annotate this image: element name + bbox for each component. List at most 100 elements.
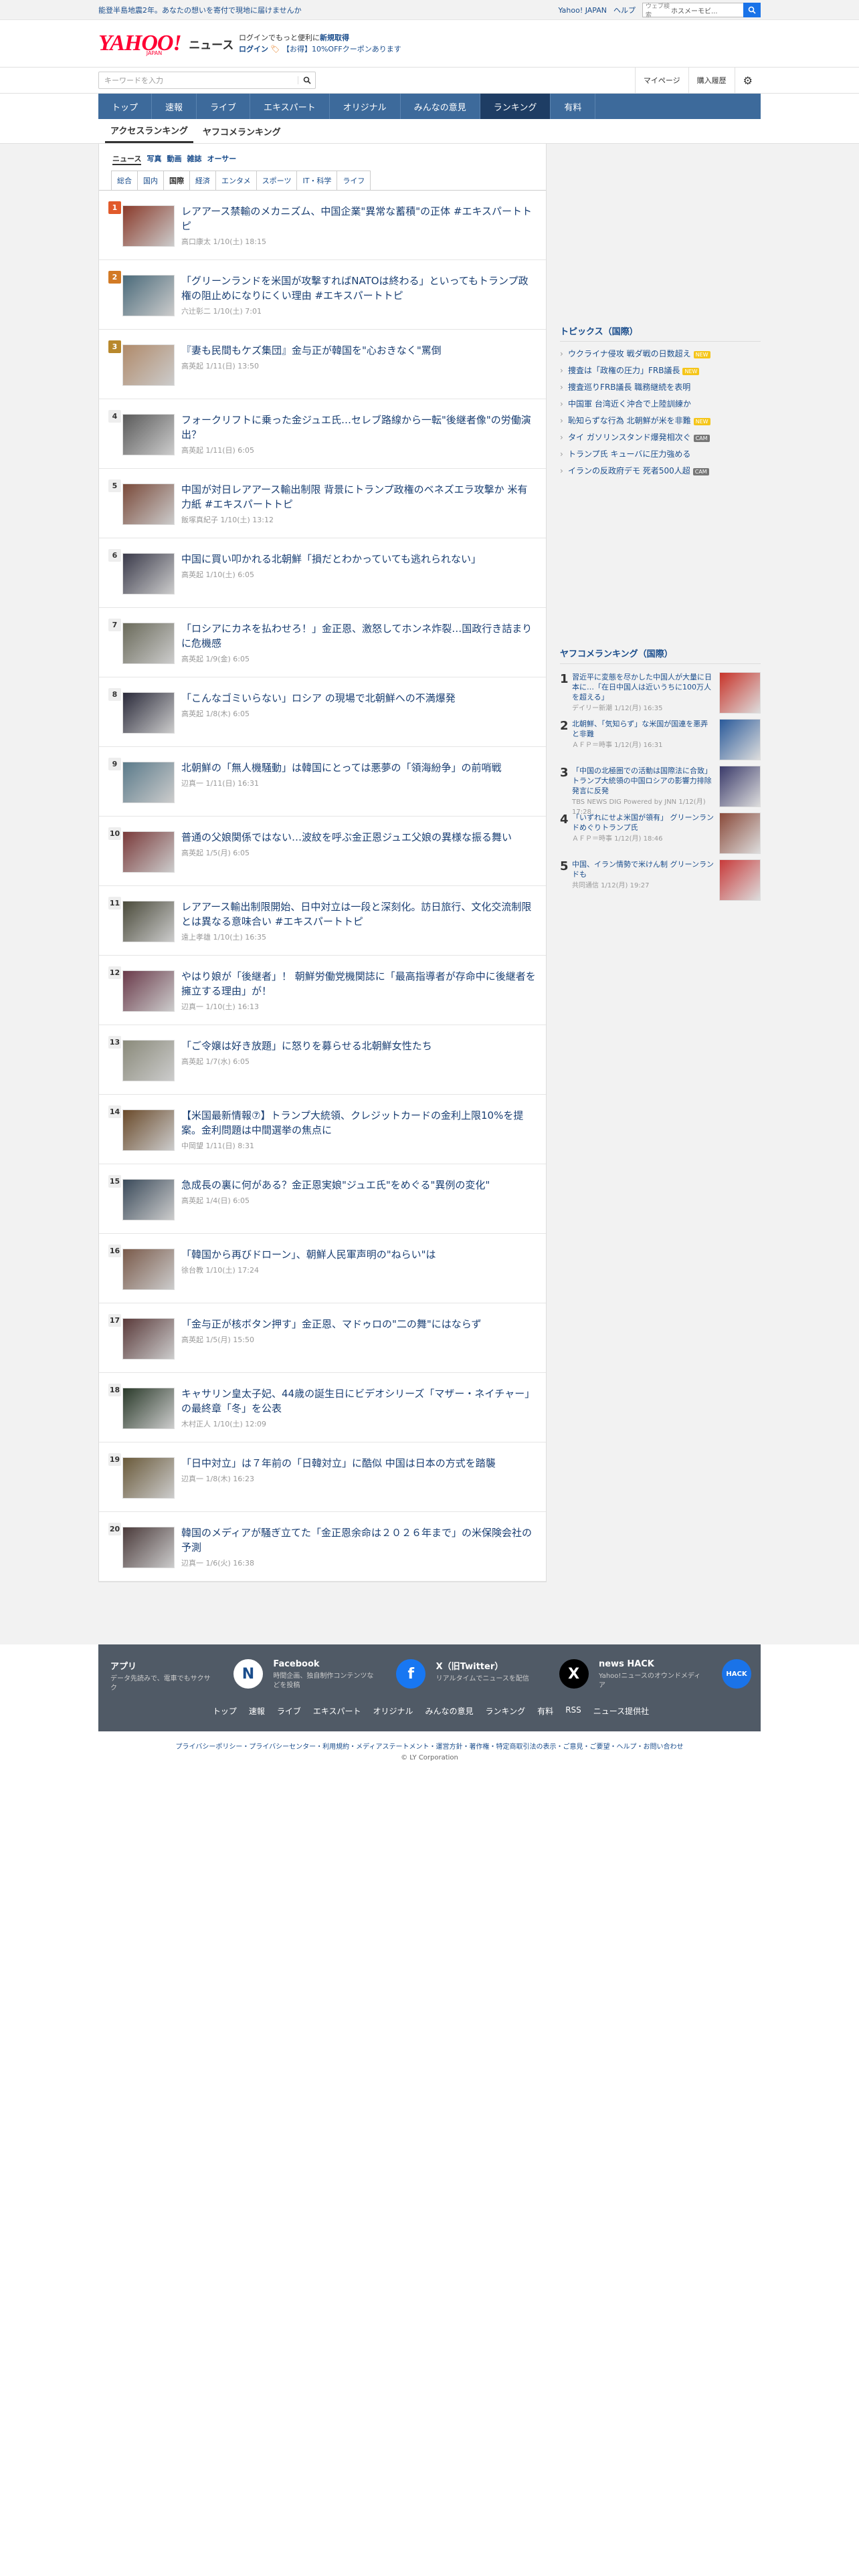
footer-card[interactable]: アプリ データ先読みで、電車でもサクサク N bbox=[110, 1659, 263, 1693]
footer-link[interactable]: 速報 bbox=[249, 1705, 265, 1717]
tab-all[interactable]: 総合 bbox=[111, 171, 138, 190]
list-item[interactable]: 16 「韓国から再びドローン」、朝鮮人民軍声明の"ねらい"は 徐台教 1/10(土)… bbox=[99, 1234, 546, 1303]
list-item[interactable]: 9 北朝鮮の「無人機騒動」は韓国にとっては悪夢の「領海紛争」の前哨戦 辺真一 1/1… bbox=[99, 747, 546, 817]
tab-life[interactable]: ライフ bbox=[337, 171, 371, 190]
list-item[interactable]: 20 韓国のメディアが騒ぎ立てた「金正恩余命は２０２６年まで」の米保険会社の予測辺… bbox=[99, 1512, 546, 1582]
yahcom-title[interactable]: 「いずれにせよ米国が領有」 グリーンランドめぐりトランプ氏 bbox=[572, 813, 715, 833]
yahcom-title[interactable]: 北朝鮮、「気知らず」な米国が国連を悪弄と非難 bbox=[572, 719, 715, 739]
tab-yahcom-ranking[interactable]: ヤフコメランキング bbox=[197, 119, 286, 143]
footer-link[interactable]: トップ bbox=[213, 1705, 237, 1717]
article-title[interactable]: 中国に買い叩かれる北朝鮮「損だとわかっていても逃れられない」 bbox=[181, 552, 537, 566]
yahcom-thumbnail[interactable] bbox=[719, 813, 761, 854]
list-item[interactable]: 8 「こんなゴミいらない」ロシア の現場で北朝鮮への不満爆発 高英起 1/8(木) … bbox=[99, 677, 546, 747]
article-title[interactable]: 「こんなゴミいらない」ロシア の現場で北朝鮮への不満爆発 bbox=[181, 691, 537, 706]
list-item[interactable]: 19 「日中対立」は７年前の「日韓対立」に酷似 中国は日本の方式を踏襲 辺真一 1/… bbox=[99, 1442, 546, 1512]
yahoo-news-logo[interactable]: YAHOO! JAPAN ニュース bbox=[98, 31, 239, 56]
coupon-link[interactable]: 【お得】10%OFFクーポンあります bbox=[282, 45, 401, 53]
footer-link[interactable]: RSS bbox=[565, 1705, 581, 1717]
topic-item[interactable]: 中国軍 台湾近く沖合で上陸訓練か bbox=[560, 396, 761, 413]
keyword-search-button[interactable] bbox=[298, 76, 315, 84]
article-title[interactable]: 急成長の裏に何がある？金正恩実娘"ジュエ氏"をめぐる"異例の変化" bbox=[181, 1178, 537, 1192]
footer-link[interactable]: ライブ bbox=[277, 1705, 301, 1717]
article-thumbnail[interactable] bbox=[122, 1040, 175, 1081]
article-title[interactable]: 韓国のメディアが騒ぎ立てた「金正恩余命は２０２６年まで」の米保険会社の予測 bbox=[181, 1525, 537, 1555]
tab-economy[interactable]: 経済 bbox=[189, 171, 216, 190]
filter-magazine[interactable]: 雑誌 bbox=[187, 153, 201, 165]
nav-expert[interactable]: エキスパート bbox=[250, 94, 330, 119]
filter-video[interactable]: 動画 bbox=[167, 153, 181, 165]
nav-top[interactable]: トップ bbox=[98, 94, 153, 119]
tab-domestic[interactable]: 国内 bbox=[137, 171, 164, 190]
yahcom-item[interactable]: 4 「いずれにせよ米国が領有」 グリーンランドめぐりトランプ氏 ＡＦＰ＝時事 1/1… bbox=[560, 809, 761, 855]
article-thumbnail[interactable] bbox=[122, 1318, 175, 1360]
footer-link[interactable]: 有料 bbox=[537, 1705, 553, 1717]
list-item[interactable]: 6 中国に買い叩かれる北朝鮮「損だとわかっていても逃れられない」 高英起 1/10(… bbox=[99, 538, 546, 608]
nav-ranking[interactable]: ランキング bbox=[480, 94, 551, 119]
article-title[interactable]: 「ご令嬢は好き放題」に怒りを募らせる北朝鮮女性たち bbox=[181, 1039, 537, 1053]
article-thumbnail[interactable] bbox=[122, 1388, 175, 1429]
yahcom-item[interactable]: 2 北朝鮮、「気知らず」な米国が国連を悪弄と非難 ＡＦＰ＝時事 1/12(月) 16… bbox=[560, 715, 761, 762]
article-thumbnail[interactable] bbox=[122, 692, 175, 734]
yahcom-title[interactable]: 中国、イラン情勢で米けん制 グリーンランドも bbox=[572, 859, 715, 879]
footer-link[interactable]: ランキング bbox=[486, 1705, 526, 1717]
list-item[interactable]: 5 中国が対日レアアース輸出制限 背景にトランプ政権のベネズエラ攻撃か 米有力紙 … bbox=[99, 469, 546, 538]
filter-author[interactable]: オーサー bbox=[207, 153, 236, 165]
article-title[interactable]: 「韓国から再びドローン」、朝鮮人民軍声明の"ねらい"は bbox=[181, 1247, 537, 1262]
list-item[interactable]: 12 やはり娘が「後継者」！ 朝鮮労働党機関誌に「最高指導者が存命中に後継者を擁立… bbox=[99, 956, 546, 1025]
signup-link[interactable]: 新規取得 bbox=[320, 33, 349, 42]
list-item[interactable]: 10 普通の父娘関係ではない…波紋を呼ぶ金正恩ジュエ父娘の異様な振る舞い 高英起 1… bbox=[99, 817, 546, 886]
web-search-button[interactable] bbox=[743, 3, 761, 17]
article-thumbnail[interactable] bbox=[122, 970, 175, 1012]
article-title[interactable]: 【米国最新情報⑦】トランプ大統領、クレジットカードの金利上限10%を提案。金利問… bbox=[181, 1108, 537, 1138]
article-thumbnail[interactable] bbox=[122, 762, 175, 803]
topic-item[interactable]: 恥知らずな行為 北朝鮮が米を非難NEW bbox=[560, 413, 761, 429]
list-item[interactable]: 13 「ご令嬢は好き放題」に怒りを募らせる北朝鮮女性たち 高英起 1/7(水) 6:… bbox=[99, 1025, 546, 1095]
help-link[interactable]: ヘルプ bbox=[613, 5, 636, 15]
yahcom-thumbnail[interactable] bbox=[719, 766, 761, 807]
yahcom-title[interactable]: 習近平に変態を尽かした中国人が大量に日本に…「在日中国人は近いうちに100万人を… bbox=[572, 672, 715, 702]
settings-button[interactable]: ⚙ bbox=[734, 68, 761, 93]
article-thumbnail[interactable] bbox=[122, 344, 175, 386]
list-item[interactable]: 14 【米国最新情報⑦】トランプ大統領、クレジットカードの金利上限10%を提案。金… bbox=[99, 1095, 546, 1164]
list-item[interactable]: 4 フォークリフトに乗った金ジュエ氏…セレブ路線から一転"後継者像"の労働演出？ 高… bbox=[99, 399, 546, 469]
yahcom-thumbnail[interactable] bbox=[719, 719, 761, 760]
footer-card[interactable]: Facebook 時間企画、独自制作コンテンツなどを投稿 f bbox=[273, 1659, 426, 1693]
article-title[interactable]: フォークリフトに乗った金ジュエ氏…セレブ路線から一転"後継者像"の労働演出？ bbox=[181, 413, 537, 442]
login-link[interactable]: ログイン bbox=[239, 45, 268, 53]
article-thumbnail[interactable] bbox=[122, 1249, 175, 1290]
list-item[interactable]: 17 「金与正が核ボタン押す」金正恩、マドゥロの"二の舞"にはならず 高英起 1/5… bbox=[99, 1303, 546, 1373]
article-title[interactable]: 「日中対立」は７年前の「日韓対立」に酷似 中国は日本の方式を踏襲 bbox=[181, 1456, 537, 1471]
article-title[interactable]: キャサリン皇太子妃、44歳の誕生日にビデオシリーズ「マザー・ネイチャー」の最終章… bbox=[181, 1386, 537, 1416]
list-item[interactable]: 7 「ロシアにカネを払わせろ！」金正恩、激怒してホンネ炸裂…国政行き詰まりに危機感… bbox=[99, 608, 546, 677]
list-item[interactable]: 3 『妻も民間もケズ集団』金与正が韓国を"心おきなく"罵倒 高英起 1/11(日) … bbox=[99, 330, 546, 399]
article-title[interactable]: 北朝鮮の「無人機騒動」は韓国にとっては悪夢の「領海紛争」の前哨戦 bbox=[181, 760, 537, 775]
yahcom-thumbnail[interactable] bbox=[719, 672, 761, 714]
topic-item[interactable]: トランプ氏 キューバに圧力強める bbox=[560, 446, 761, 463]
tab-sports[interactable]: スポーツ bbox=[256, 171, 298, 190]
nav-opinions[interactable]: みんなの意見 bbox=[401, 94, 480, 119]
tab-it-science[interactable]: IT・科学 bbox=[296, 171, 338, 190]
article-title[interactable]: 『妻も民間もケズ集団』金与正が韓国を"心おきなく"罵倒 bbox=[181, 343, 537, 358]
nav-paid[interactable]: 有料 bbox=[551, 94, 596, 119]
topic-item[interactable]: イランの反政府デモ 死者500人超CAM bbox=[560, 463, 761, 479]
article-thumbnail[interactable] bbox=[122, 205, 175, 247]
article-thumbnail[interactable] bbox=[122, 553, 175, 595]
filter-photo[interactable]: 写真 bbox=[147, 153, 161, 165]
article-title[interactable]: レアアース禁輸のメカニズム、中国企業"異常な蓄積"の正体 #エキスパートトピ bbox=[181, 204, 537, 233]
article-title[interactable]: レアアース輸出制限開始、日中対立は一段と深刻化。訪日旅行、文化交流制限とは異なる… bbox=[181, 899, 537, 929]
article-title[interactable]: 普通の父娘関係ではない…波紋を呼ぶ金正恩ジュエ父娘の異様な振る舞い bbox=[181, 830, 537, 845]
article-thumbnail[interactable] bbox=[122, 275, 175, 316]
article-thumbnail[interactable] bbox=[122, 1179, 175, 1220]
footer-link[interactable]: みんなの意見 bbox=[425, 1705, 474, 1717]
article-title[interactable]: 「金与正が核ボタン押す」金正恩、マドゥロの"二の舞"にはならず bbox=[181, 1317, 537, 1331]
yahcom-title[interactable]: 「中国の北極圏での活動は国際法に合致」 トランプ大統領の中国ロシアの影響力排除発… bbox=[572, 766, 715, 796]
article-thumbnail[interactable] bbox=[122, 623, 175, 664]
article-thumbnail[interactable] bbox=[122, 484, 175, 525]
keyword-input[interactable]: キーワードを入力 bbox=[99, 75, 298, 86]
list-item[interactable]: 1 レアアース禁輸のメカニズム、中国企業"異常な蓄積"の正体 #エキスパートトピ高… bbox=[99, 191, 546, 260]
legal-links[interactable]: プライバシーポリシー・プライバシーセンター・利用規約・メディアステートメント・運… bbox=[0, 1741, 859, 1751]
footer-link[interactable]: エキスパート bbox=[313, 1705, 361, 1717]
list-item[interactable]: 15 急成長の裏に何がある？金正恩実娘"ジュエ氏"をめぐる"異例の変化" 高英起 1… bbox=[99, 1164, 546, 1234]
tab-access-ranking[interactable]: アクセスランキング bbox=[105, 119, 193, 143]
article-thumbnail[interactable] bbox=[122, 831, 175, 873]
